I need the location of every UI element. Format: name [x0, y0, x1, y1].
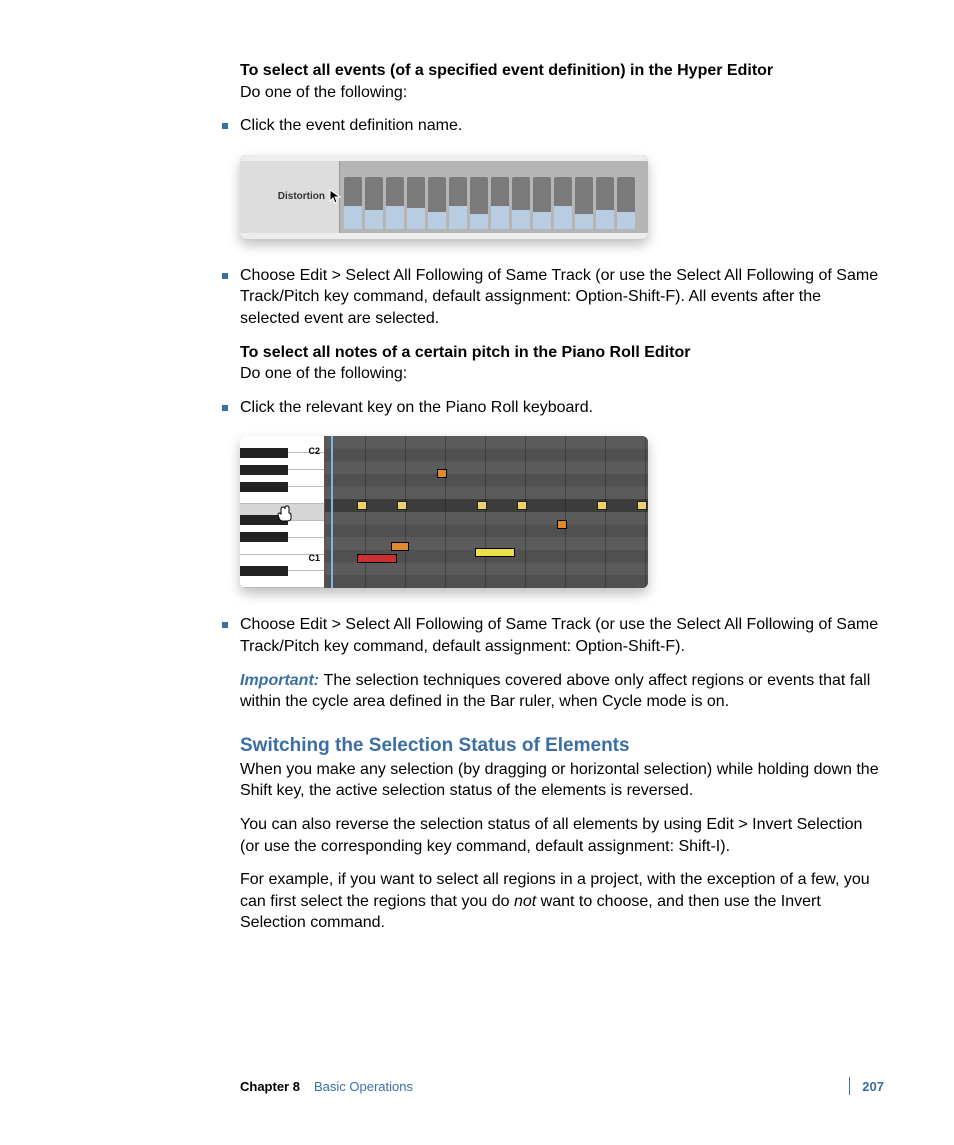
do-one-1: Do one of the following: [240, 84, 407, 101]
footer-chapter-title: Basic Operations [314, 1079, 413, 1094]
bullet-click-key: Click the relevant key on the Piano Roll… [222, 397, 884, 419]
figure-piano-roll: C2 C1 [240, 436, 884, 588]
bullet-text: Choose Edit > Select All Following of Sa… [240, 265, 884, 330]
piano-roll-grid[interactable] [325, 436, 648, 588]
section-heading-piano-bold: To select all notes of a certain pitch i… [240, 344, 690, 361]
bullet-mark-icon [222, 123, 228, 129]
cursor-arrow-icon [329, 189, 343, 205]
hyper-event-definition-name[interactable]: Distortion [240, 161, 340, 233]
bullet-click-event-def: Click the event definition name. [222, 115, 884, 137]
bullet-mark-icon [222, 622, 228, 628]
section-heading-piano: To select all notes of a certain pitch i… [240, 342, 884, 385]
piano-keyboard[interactable]: C2 C1 [240, 436, 325, 588]
para-example-not: not [514, 893, 536, 910]
bullet-text: Choose Edit > Select All Following of Sa… [240, 614, 884, 657]
important-label: Important: [240, 672, 324, 689]
figure-hyper-editor: Distortion [240, 155, 884, 239]
octave-label-c1: C1 [308, 553, 320, 563]
para-shift-reverse: When you make any selection (by dragging… [240, 759, 884, 802]
important-text: The selection techniques covered above o… [240, 672, 870, 711]
section-heading-hyper: To select all events (of a specified eve… [240, 60, 884, 103]
page-footer: Chapter 8 Basic Operations 207 [240, 1077, 884, 1095]
footer-page-number: 207 [862, 1079, 884, 1094]
heading-switching-selection: Switching the Selection Status of Elemen… [240, 735, 884, 757]
footer-chapter: Chapter 8 [240, 1079, 300, 1094]
footer-divider [849, 1077, 850, 1095]
bullet-select-all-following-1: Choose Edit > Select All Following of Sa… [222, 265, 884, 330]
bullet-text: Click the event definition name. [240, 115, 884, 137]
hyper-label-text: Distortion [278, 191, 325, 202]
para-invert-selection: You can also reverse the selection statu… [240, 814, 884, 857]
do-one-2: Do one of the following: [240, 365, 407, 382]
bullet-text: Click the relevant key on the Piano Roll… [240, 397, 884, 419]
bullet-mark-icon [222, 405, 228, 411]
section-heading-hyper-bold: To select all events (of a specified eve… [240, 62, 773, 79]
bullet-mark-icon [222, 273, 228, 279]
hyper-bars-area[interactable] [340, 161, 648, 233]
bullet-select-all-following-2: Choose Edit > Select All Following of Sa… [222, 614, 884, 657]
octave-label-c2: C2 [308, 446, 320, 456]
para-example: For example, if you want to select all r… [240, 869, 884, 934]
important-note: Important: The selection techniques cove… [240, 670, 884, 713]
cursor-hand-icon [276, 504, 294, 522]
